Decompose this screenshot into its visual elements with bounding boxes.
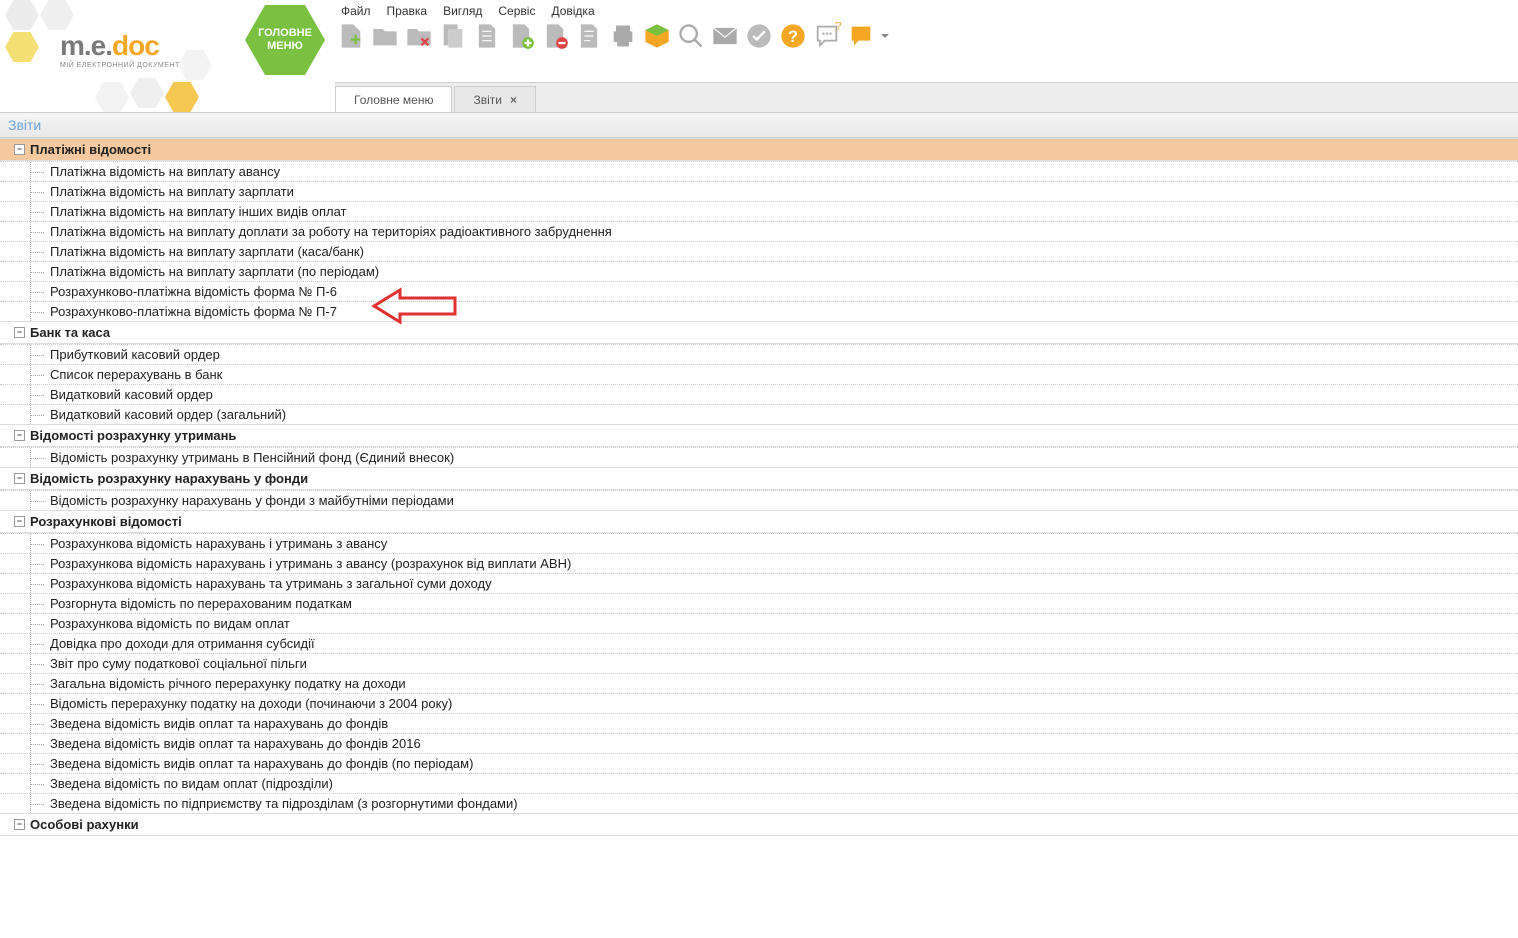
- tree-item[interactable]: Розрахунково-платіжна відомість форма № …: [0, 281, 1518, 301]
- tree-group-accrual[interactable]: −Відомість розрахунку нарахувань у фонди: [0, 467, 1518, 490]
- section-title: Звіти: [0, 112, 1518, 138]
- tree-item[interactable]: Платіжна відомість на виплату зарплати (…: [0, 261, 1518, 281]
- remove-document-icon[interactable]: [539, 20, 571, 52]
- tree-item[interactable]: Видатковий касовий ордер (загальний): [0, 404, 1518, 424]
- tab-reports[interactable]: Звіти ×: [454, 86, 536, 112]
- tab-main-label: Головне меню: [354, 93, 433, 107]
- tree-item[interactable]: Прибутковий касовий ордер: [0, 344, 1518, 364]
- tree-item[interactable]: Загальна відомість річного перерахунку п…: [0, 673, 1518, 693]
- tree-children: Прибутковий касовий ордерСписок перераху…: [0, 344, 1518, 424]
- document-icon[interactable]: [471, 20, 503, 52]
- report-tree: −Платіжні відомостіПлатіжна відомість на…: [0, 138, 1518, 856]
- tree-group-label: Відомість розрахунку нарахувань у фонди: [30, 471, 308, 486]
- content: −Платіжні відомостіПлатіжна відомість на…: [0, 138, 1518, 856]
- tree-item[interactable]: Зведена відомість по підприємству та під…: [0, 793, 1518, 813]
- main-menu-button[interactable]: ГОЛОВНЕ МЕНЮ: [245, 5, 325, 75]
- menu-file[interactable]: Файл: [335, 2, 377, 20]
- tree-item[interactable]: Видатковий касовий ордер: [0, 384, 1518, 404]
- tree-item[interactable]: Зведена відомість по видам оплат (підроз…: [0, 773, 1518, 793]
- tree-item[interactable]: Відомість розрахунку утримань в Пенсійни…: [0, 447, 1518, 467]
- logo-me: m.e.: [60, 30, 112, 61]
- svg-text:?: ?: [835, 22, 841, 33]
- expand-toggle-icon[interactable]: −: [14, 819, 25, 830]
- tree-item[interactable]: Зведена відомість видів оплат та нарахув…: [0, 753, 1518, 773]
- package-icon[interactable]: [641, 20, 673, 52]
- tree-item[interactable]: Відомість перерахунку податку на доходи …: [0, 693, 1518, 713]
- expand-toggle-icon[interactable]: −: [14, 327, 25, 338]
- print-icon[interactable]: [607, 20, 639, 52]
- tree-group-label: Платіжні відомості: [30, 142, 151, 157]
- tree-group-bank[interactable]: −Банк та каса: [0, 321, 1518, 344]
- expand-toggle-icon[interactable]: −: [14, 473, 25, 484]
- mail-icon[interactable]: [709, 20, 741, 52]
- tree-item[interactable]: Розрахунково-платіжна відомість форма № …: [0, 301, 1518, 321]
- menu-view[interactable]: Вигляд: [437, 2, 488, 20]
- tree-group-label: Банк та каса: [30, 325, 110, 340]
- tree-group-calc[interactable]: −Розрахункові відомості: [0, 510, 1518, 533]
- tree-item[interactable]: Розрахункова відомість нарахувань та утр…: [0, 573, 1518, 593]
- check-icon[interactable]: [743, 20, 775, 52]
- tab-close-icon[interactable]: ×: [510, 93, 517, 107]
- tree-item[interactable]: Розрахункова відомість нарахувань і утри…: [0, 533, 1518, 553]
- tree-children: Відомість розрахунку нарахувань у фонди …: [0, 490, 1518, 510]
- tree-group-withhold[interactable]: −Відомості розрахунку утримань: [0, 424, 1518, 447]
- tree-item[interactable]: Зведена відомість видів оплат та нарахув…: [0, 713, 1518, 733]
- tree-item[interactable]: Платіжна відомість на виплату зарплати: [0, 181, 1518, 201]
- tree-item[interactable]: Звіт про суму податкової соціальної піль…: [0, 653, 1518, 673]
- copy-icon[interactable]: [437, 20, 469, 52]
- tree-item[interactable]: Платіжна відомість на виплату інших виді…: [0, 201, 1518, 221]
- tree-item[interactable]: Зведена відомість видів оплат та нарахув…: [0, 733, 1518, 753]
- logo-area: m.e.doc МІЙ ЕЛЕКТРОННИЙ ДОКУМЕНТ: [0, 0, 230, 112]
- tree-children: Відомість розрахунку утримань в Пенсійни…: [0, 447, 1518, 467]
- tree-group-label: Відомості розрахунку утримань: [30, 428, 236, 443]
- tree-item[interactable]: Розрахункова відомість по видам оплат: [0, 613, 1518, 633]
- properties-icon[interactable]: [573, 20, 605, 52]
- svg-text:?: ?: [788, 28, 798, 46]
- menu-edit[interactable]: Правка: [381, 2, 434, 20]
- toolbar-overflow-icon[interactable]: [879, 20, 891, 52]
- tree-children: Розрахункова відомість нарахувань і утри…: [0, 533, 1518, 813]
- open-folder-icon[interactable]: [369, 20, 401, 52]
- tree-item[interactable]: Розгорнута відомість по перерахованим по…: [0, 593, 1518, 613]
- logo: m.e.doc: [60, 30, 159, 62]
- tab-main-menu[interactable]: Головне меню: [335, 86, 452, 112]
- tree-group-personal[interactable]: −Особові рахунки: [0, 813, 1518, 836]
- tab-reports-label: Звіти: [473, 93, 502, 107]
- header: m.e.doc МІЙ ЕЛЕКТРОННИЙ ДОКУМЕНТ ГОЛОВНЕ…: [0, 0, 1518, 112]
- toolbar: ? ?: [335, 20, 891, 52]
- tree-children: Платіжна відомість на виплату авансуПлат…: [0, 161, 1518, 321]
- tree-item[interactable]: Платіжна відомість на виплату зарплати (…: [0, 241, 1518, 261]
- tree-item[interactable]: Розрахункова відомість нарахувань і утри…: [0, 553, 1518, 573]
- notifications-icon[interactable]: [845, 20, 877, 52]
- help-icon[interactable]: ?: [777, 20, 809, 52]
- add-document-icon[interactable]: [505, 20, 537, 52]
- new-document-icon[interactable]: [335, 20, 367, 52]
- tree-group-label: Особові рахунки: [30, 817, 139, 832]
- logo-subtitle: МІЙ ЕЛЕКТРОННИЙ ДОКУМЕНТ: [60, 62, 180, 69]
- chat-icon[interactable]: ?: [811, 20, 843, 52]
- logo-doc: doc: [112, 30, 159, 61]
- tree-item[interactable]: Платіжна відомість на виплату авансу: [0, 161, 1518, 181]
- expand-toggle-icon[interactable]: −: [14, 430, 25, 441]
- tree-item[interactable]: Список перерахувань в банк: [0, 364, 1518, 384]
- expand-toggle-icon[interactable]: −: [14, 516, 25, 527]
- tree-group-pay[interactable]: −Платіжні відомості: [0, 138, 1518, 161]
- main-menu-label: ГОЛОВНЕ МЕНЮ: [245, 27, 325, 53]
- menubar: Файл Правка Вигляд Сервіс Довідка: [335, 2, 601, 20]
- expand-toggle-icon[interactable]: −: [14, 144, 25, 155]
- tabs-bar: Головне меню Звіти ×: [335, 82, 1518, 112]
- tree-item[interactable]: Відомість розрахунку нарахувань у фонди …: [0, 490, 1518, 510]
- delete-folder-icon[interactable]: [403, 20, 435, 52]
- tree-item[interactable]: Платіжна відомість на виплату доплати за…: [0, 221, 1518, 241]
- menu-help[interactable]: Довідка: [545, 2, 600, 20]
- tree-item[interactable]: Довідка про доходи для отримання субсиді…: [0, 633, 1518, 653]
- tree-group-label: Розрахункові відомості: [30, 514, 182, 529]
- search-icon[interactable]: [675, 20, 707, 52]
- menu-service[interactable]: Сервіс: [492, 2, 541, 20]
